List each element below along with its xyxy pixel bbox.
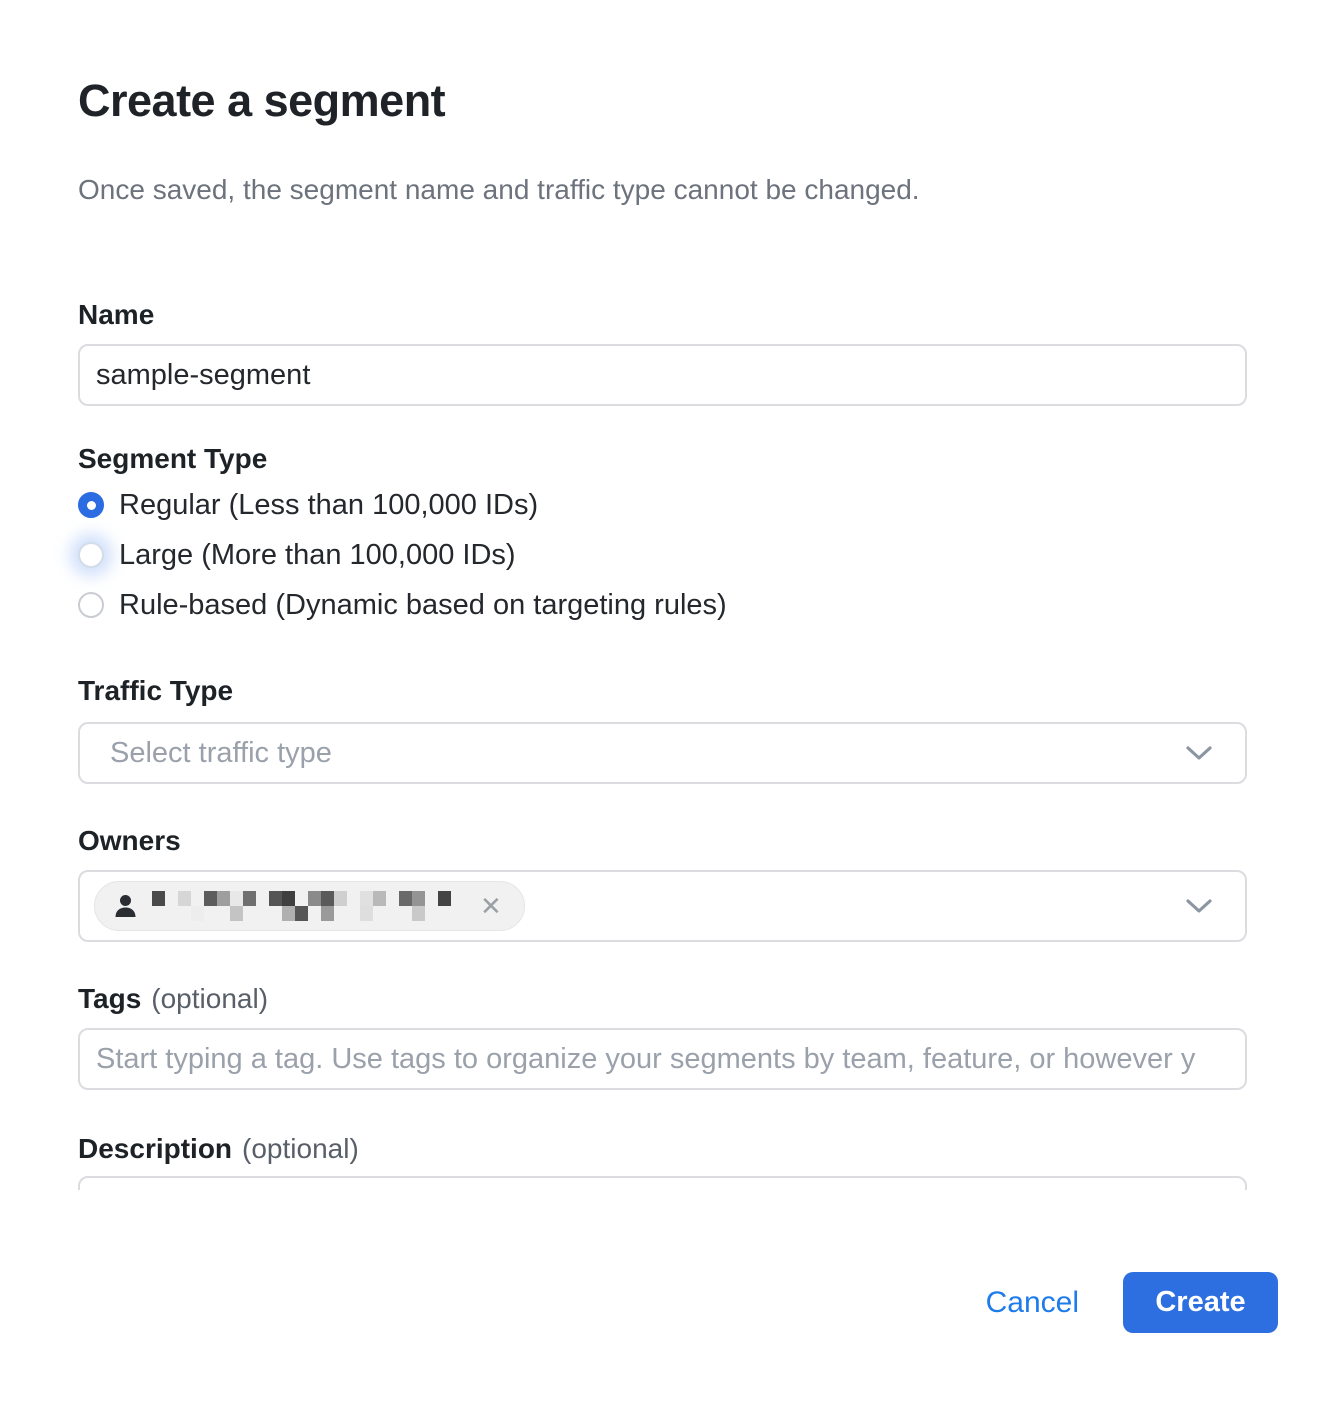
owner-chip[interactable]: ✕ xyxy=(94,881,525,931)
chevron-down-icon xyxy=(1185,897,1213,915)
owners-select[interactable]: ✕ xyxy=(78,870,1247,942)
description-input[interactable] xyxy=(78,1176,1247,1190)
redacted-owner-name xyxy=(152,891,464,921)
radio-option-label: Regular (Less than 100,000 IDs) xyxy=(119,488,538,522)
modal-footer: Cancel Create xyxy=(0,1272,1328,1333)
modal-subtitle: Once saved, the segment name and traffic… xyxy=(78,172,1247,208)
radio-option-label: Rule-based (Dynamic based on targeting r… xyxy=(119,588,727,622)
chevron-down-icon xyxy=(1185,744,1213,762)
description-optional-suffix: (optional) xyxy=(242,1133,359,1164)
radio-option-rule-based[interactable]: Rule-based (Dynamic based on targeting r… xyxy=(78,588,1247,622)
radio-selected-icon[interactable] xyxy=(78,492,104,518)
person-icon xyxy=(113,893,138,919)
description-label: Description (optional) xyxy=(78,1132,1247,1166)
radio-unselected-icon[interactable] xyxy=(78,542,104,568)
name-input[interactable] xyxy=(78,344,1247,406)
page-title: Create a segment xyxy=(78,76,1247,126)
radio-option-regular[interactable]: Regular (Less than 100,000 IDs) xyxy=(78,488,1247,522)
traffic-type-select[interactable]: Select traffic type xyxy=(78,722,1247,784)
tags-label: Tags (optional) xyxy=(78,982,1247,1016)
tags-input[interactable] xyxy=(78,1028,1247,1090)
name-label: Name xyxy=(78,298,1247,332)
radio-option-label: Large (More than 100,000 IDs) xyxy=(119,538,516,572)
segment-type-radio-group: Regular (Less than 100,000 IDs) Large (M… xyxy=(78,488,1247,622)
modal-scroll-area[interactable]: Create a segment Once saved, the segment… xyxy=(0,0,1328,1190)
traffic-type-label: Traffic Type xyxy=(78,674,1247,708)
remove-owner-icon[interactable]: ✕ xyxy=(480,893,502,919)
tags-label-text: Tags xyxy=(78,983,141,1014)
tags-optional-suffix: (optional) xyxy=(151,983,268,1014)
create-segment-modal: Create a segment Once saved, the segment… xyxy=(0,0,1328,1408)
create-button[interactable]: Create xyxy=(1123,1272,1278,1333)
radio-option-large[interactable]: Large (More than 100,000 IDs) xyxy=(78,538,1247,572)
traffic-type-placeholder: Select traffic type xyxy=(110,737,1185,770)
description-label-text: Description xyxy=(78,1133,232,1164)
owners-label: Owners xyxy=(78,824,1247,858)
segment-type-label: Segment Type xyxy=(78,442,1247,476)
radio-unselected-icon[interactable] xyxy=(78,592,104,618)
cancel-button[interactable]: Cancel xyxy=(986,1286,1079,1320)
